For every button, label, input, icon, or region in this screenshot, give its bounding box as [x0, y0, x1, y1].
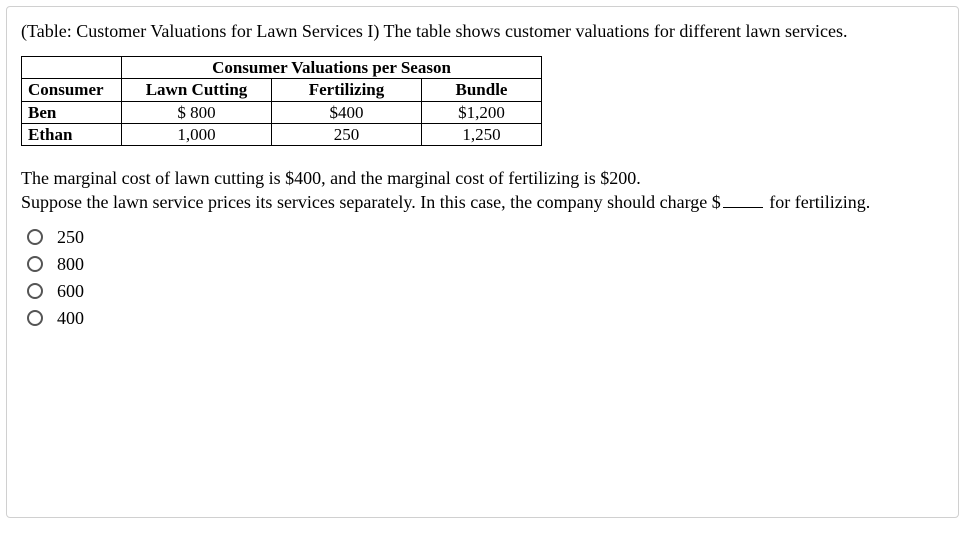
question-text: The marginal cost of lawn cutting is $40… — [21, 166, 944, 215]
option-800[interactable]: 800 — [27, 254, 944, 275]
col-header-consumer: Consumer — [22, 79, 122, 101]
cell-lawn-cutting: $ 800 — [122, 101, 272, 123]
option-label: 250 — [57, 227, 84, 248]
cell-bundle: 1,250 — [422, 123, 542, 145]
valuations-table: Consumer Valuations per Season Consumer … — [21, 56, 542, 146]
fill-blank — [723, 191, 763, 208]
question-frame: (Table: Customer Valuations for Lawn Ser… — [6, 6, 959, 518]
option-label: 400 — [57, 308, 84, 329]
prompt-post: for fertilizing. — [765, 192, 870, 212]
table-title: Consumer Valuations per Season — [122, 57, 542, 79]
table-corner-cell — [22, 57, 122, 79]
row-name: Ben — [22, 101, 122, 123]
cell-fertilizing: 250 — [272, 123, 422, 145]
cell-bundle: $1,200 — [422, 101, 542, 123]
option-label: 600 — [57, 281, 84, 302]
option-600[interactable]: 600 — [27, 281, 944, 302]
cell-lawn-cutting: 1,000 — [122, 123, 272, 145]
radio-icon — [27, 229, 43, 245]
cell-fertilizing: $400 — [272, 101, 422, 123]
radio-icon — [27, 310, 43, 326]
option-label: 800 — [57, 254, 84, 275]
col-header-bundle: Bundle — [422, 79, 542, 101]
row-name: Ethan — [22, 123, 122, 145]
col-header-fertilizing: Fertilizing — [272, 79, 422, 101]
radio-icon — [27, 256, 43, 272]
option-250[interactable]: 250 — [27, 227, 944, 248]
prompt-pre: Suppose the lawn service prices its serv… — [21, 192, 721, 212]
radio-icon — [27, 283, 43, 299]
answer-options: 250 800 600 400 — [21, 227, 944, 329]
question-intro: (Table: Customer Valuations for Lawn Ser… — [21, 21, 944, 42]
cost-sentence: The marginal cost of lawn cutting is $40… — [21, 168, 641, 188]
table-row: Ethan 1,000 250 1,250 — [22, 123, 542, 145]
option-400[interactable]: 400 — [27, 308, 944, 329]
col-header-lawn-cutting: Lawn Cutting — [122, 79, 272, 101]
table-row: Ben $ 800 $400 $1,200 — [22, 101, 542, 123]
